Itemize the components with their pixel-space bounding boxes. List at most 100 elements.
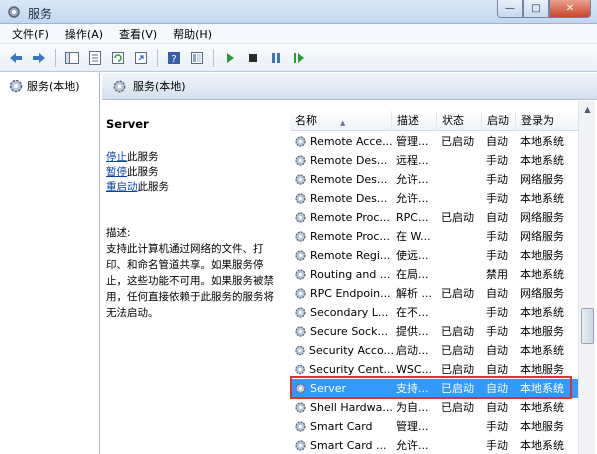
export-list-button[interactable] [131,48,151,68]
service-row[interactable]: Secure Sock... 提供... 已启动 手动 本地服务 [290,322,579,341]
service-description: 远程... [396,154,429,167]
service-row[interactable]: Shell Hardwa... 为自... 已启动 自动 本地系统 [290,398,579,417]
minimize-button[interactable]: — [497,0,523,18]
properties-icon [89,50,101,65]
close-button[interactable]: ✕ [549,0,591,18]
svg-text:?: ? [171,54,176,65]
column-header-description[interactable]: 描述 [392,111,437,131]
service-logon-as: 本地系统 [520,268,564,281]
service-startup-type: 手动 [486,325,508,338]
column-header-status[interactable]: 状态 [437,111,482,131]
service-row[interactable]: Remote Des... 远程... 手动 本地系统 [290,151,579,170]
service-row[interactable]: Remote Des... 允许... 手动 本地系统 [290,189,579,208]
service-name-cell: Remote Proc... [294,227,394,246]
service-gear-icon [295,193,306,204]
service-name: Shell Hardwa... [310,401,393,414]
column-header-logon[interactable]: 登录为 [516,111,579,131]
title-bar: 服务 — □ ✕ [0,0,597,24]
maximize-button[interactable]: □ [523,0,549,18]
service-gear-icon [295,155,306,166]
service-row[interactable]: Remote Acce... 管理... 已启动 自动 本地系统 [290,132,579,151]
service-gear-icon [295,440,306,451]
view-icon [191,51,203,64]
service-gear-icon [113,80,126,92]
services-list: 名称 ▲ 描述 状态 启动 登录为 Remote Acce... 管理... 已启动自… [290,101,597,454]
pause-icon [272,52,280,63]
service-logon-as: 网络服务 [520,173,564,186]
service-startup-type: 手动 [486,420,508,433]
service-row[interactable]: Remote Regi... 使远... 手动 本地服务 [290,246,579,265]
service-startup-type: 手动 [486,173,508,186]
service-status [441,436,483,454]
restart-service-button[interactable] [289,48,309,68]
description-label: 描述: [106,227,131,239]
stop-icon [249,53,257,62]
service-description: RPC... [396,211,429,224]
stop-service-link[interactable]: 停止 [106,151,127,163]
properties-button[interactable] [85,48,105,68]
service-logon-as: 本地系统 [520,192,564,205]
pause-action: 暂停此服务 [106,164,159,179]
forward-button[interactable] [29,48,49,68]
stop-service-button[interactable] [243,48,263,68]
menu-view[interactable]: 查看(V) [119,26,157,42]
gear-icon [8,6,20,18]
service-row[interactable]: Remote Proc... RPC... 已启动 自动 网络服务 [290,208,579,227]
show-console-tree-button[interactable] [62,48,82,68]
service-row[interactable]: RPC Endpoin... 解析 ... 已启动 自动 网络服务 [290,284,579,303]
service-description: 在 W... [396,230,431,243]
highlight-box [290,376,572,399]
menu-action[interactable]: 操作(A) [65,26,103,42]
view-button[interactable] [187,48,207,68]
start-service-button[interactable] [220,48,240,68]
service-logon-as: 本地系统 [520,344,564,357]
refresh-button[interactable] [108,48,128,68]
service-gear-icon [295,288,306,299]
service-logon-as: 本地系统 [520,439,564,452]
service-status [441,189,483,208]
service-description: 允许... [396,439,429,452]
column-header-startup[interactable]: 启动 [482,111,516,131]
tree-item-services-local[interactable]: 服务(本地) [8,78,80,94]
toolbar-separator [55,48,56,67]
service-row[interactable]: Secondary L... 在不... 手动 本地系统 [290,303,579,322]
service-row[interactable]: Smart Card 管理... 手动 本地服务 [290,417,579,436]
service-logon-as: 网络服务 [520,230,564,243]
help-button[interactable]: ? [164,48,184,68]
service-name-cell: Shell Hardwa... [294,398,394,417]
service-row[interactable]: Routing and ... 在局... 禁用 本地系统 [290,265,579,284]
menu-file[interactable]: 文件(F) [12,26,49,42]
scroll-up-icon[interactable]: ▲ [579,101,596,118]
back-button[interactable] [6,48,26,68]
service-name: Remote Proc... [310,230,390,243]
service-name-cell: Routing and ... [294,265,394,284]
service-startup-type: 手动 [486,306,508,319]
scroll-thumb[interactable] [581,308,594,344]
service-name-cell: RPC Endpoin... [294,284,394,303]
toolbar-separator [157,48,158,67]
service-name: Remote Des... [310,192,388,205]
column-header-name[interactable]: 名称 ▲ [290,111,392,131]
service-name: Remote Proc... [310,211,390,224]
service-status [441,265,483,284]
service-description: 允许... [396,192,429,205]
pause-service-button[interactable] [266,48,286,68]
menu-bar: 文件(F) 操作(A) 查看(V) 帮助(H) [0,24,597,44]
service-gear-icon [295,326,306,337]
service-logon-as: 本地系统 [520,401,564,414]
vertical-scrollbar[interactable]: ▲ [578,101,595,454]
pause-service-link[interactable]: 暂停 [106,166,127,178]
restart-service-link[interactable]: 重启动 [106,181,138,193]
stop-action-suffix: 此服务 [127,151,159,163]
service-row[interactable]: Security Acco... 启动... 已启动 自动 本地系统 [290,341,579,360]
menu-help[interactable]: 帮助(H) [173,26,212,42]
service-row[interactable]: Remote Des... 允许... 手动 网络服务 [290,170,579,189]
service-row[interactable]: Smart Card ... 允许... 手动 本地系统 [290,436,579,454]
service-status: 已启动 [441,325,474,338]
tree-item-label: 服务(本地) [27,80,80,93]
service-description: 解析 ... [396,287,432,300]
service-logon-as: 本地系统 [520,306,564,319]
restart-action: 重启动此服务 [106,179,169,194]
forward-arrow-icon [33,52,45,63]
service-row[interactable]: Remote Proc... 在 W... 手动 网络服务 [290,227,579,246]
